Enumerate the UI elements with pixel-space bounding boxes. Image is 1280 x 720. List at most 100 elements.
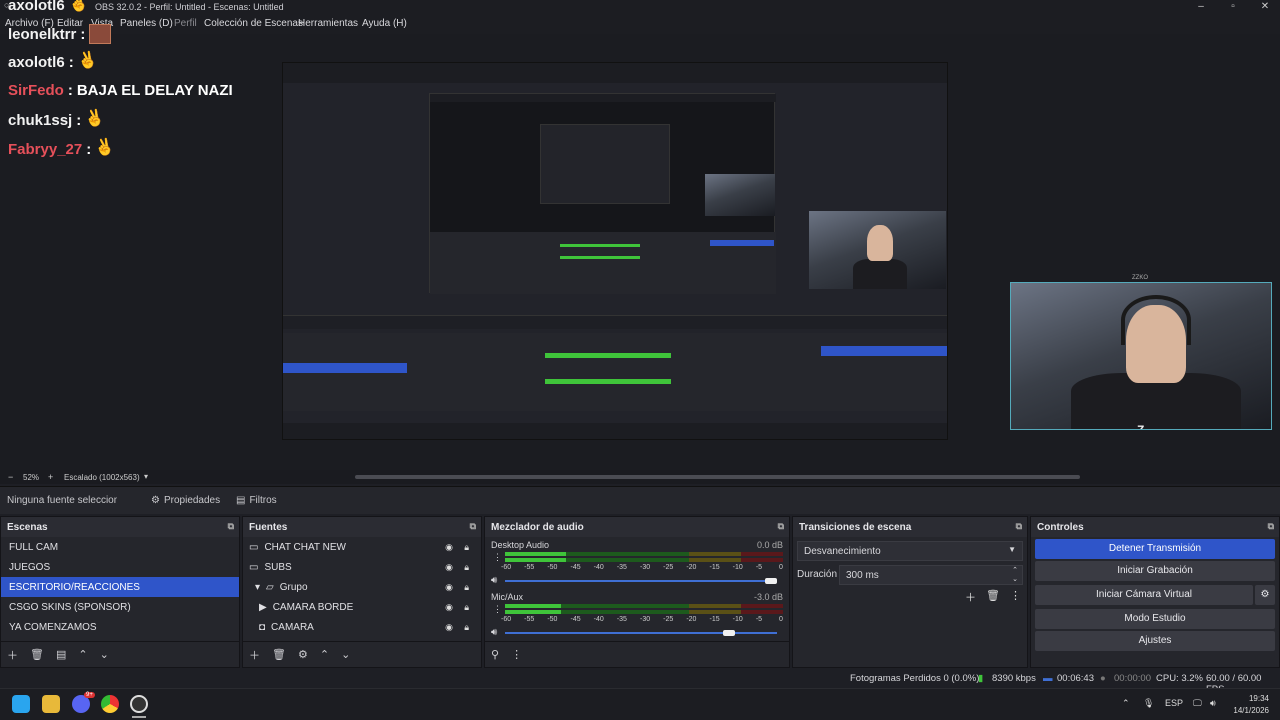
trash-icon[interactable]: 🗑: [272, 648, 286, 661]
language-indicator[interactable]: ESP: [1165, 698, 1183, 708]
undock-icon[interactable]: ⧉: [1268, 521, 1274, 532]
chat-separator: :: [86, 140, 92, 158]
obs-icon[interactable]: [130, 695, 148, 713]
start-virtual-camera-button[interactable]: Iniciar Cámara Virtual: [1035, 585, 1253, 605]
source-item[interactable]: ▭ CHAT CHAT NEW ◉ 🔒︎: [243, 537, 481, 557]
close-icon[interactable]: ✕: [1249, 0, 1280, 14]
meter-tick-label: -25: [663, 616, 674, 623]
lock-icon[interactable]: 🔒︎: [464, 542, 469, 553]
studio-mode-button[interactable]: Modo Estudio: [1035, 609, 1275, 629]
controls-dock: Controles ⧉ Detener Transmisión Iniciar …: [1030, 516, 1280, 668]
lock-icon[interactable]: 🔒︎: [464, 562, 469, 573]
menu-perfil[interactable]: Perfil: [174, 18, 197, 29]
move-down-icon[interactable]: ⌄: [100, 648, 109, 661]
menu-coleccion[interactable]: Colección de Escenas: [204, 18, 303, 29]
source-label: CHAT CHAT NEW: [264, 541, 346, 553]
network-icon[interactable]: 🖵︎: [1193, 698, 1202, 709]
menu-herramientas[interactable]: Herramientas: [298, 18, 358, 29]
menu-paneles[interactable]: Paneles (D): [120, 18, 173, 29]
chrome-icon[interactable]: [101, 695, 119, 713]
eye-icon[interactable]: ◉: [445, 602, 453, 613]
lock-icon[interactable]: 🔒︎: [464, 622, 469, 633]
scene-item[interactable]: FULL CAM: [1, 537, 239, 557]
move-up-icon[interactable]: ⌃: [320, 648, 329, 661]
meter-tick-label: -30: [640, 564, 651, 571]
add-scene-icon[interactable]: ＋: [7, 647, 18, 663]
scene-item[interactable]: JUEGOS: [1, 557, 239, 577]
lock-icon[interactable]: 🔒︎: [464, 582, 469, 593]
properties-button[interactable]: ⚙ Propiedades: [151, 493, 220, 507]
source-item[interactable]: ▶ CAMARA BORDE ◉ 🔒︎: [243, 597, 481, 617]
volume-slider[interactable]: [505, 578, 777, 584]
eye-icon[interactable]: ◉: [445, 542, 453, 553]
start-recording-button[interactable]: Iniciar Grabación: [1035, 561, 1275, 581]
scene-filters-icon[interactable]: ▤: [56, 648, 66, 661]
source-group[interactable]: ▾ ▱ Grupo ◉ 🔒︎: [243, 577, 481, 597]
meter-tick-label: -35: [616, 616, 627, 623]
add-transition-icon[interactable]: ＋: [965, 589, 976, 605]
zoom-in-button[interactable]: +: [48, 472, 53, 482]
channel-menu-icon[interactable]: ⋮: [493, 604, 502, 615]
undock-icon[interactable]: ⧉: [228, 521, 234, 532]
stop-stream-button[interactable]: Detener Transmisión: [1035, 539, 1275, 559]
undock-icon[interactable]: ⧉: [778, 521, 784, 532]
trash-icon[interactable]: 🗑: [986, 589, 1000, 605]
trash-icon[interactable]: 🗑: [30, 648, 44, 661]
eye-icon[interactable]: ◉: [445, 622, 453, 633]
minimize-icon[interactable]: –: [1185, 0, 1217, 14]
mixer-title: Mezclador de audio: [491, 522, 584, 533]
volume-icon[interactable]: 🔊︎: [1210, 698, 1216, 709]
meter-tick-label: -50: [547, 616, 558, 623]
eye-icon[interactable]: ◉: [445, 582, 453, 593]
move-up-icon[interactable]: ⌃: [78, 648, 87, 661]
scene-item[interactable]: YA COMENZAMOS: [1, 617, 239, 637]
undock-icon[interactable]: ⧉: [1016, 521, 1022, 532]
preview-scrollbar[interactable]: [355, 475, 1080, 479]
clock-date[interactable]: 14/1/2026: [1225, 706, 1269, 715]
slider-thumb[interactable]: [765, 578, 777, 584]
add-source-icon[interactable]: ＋: [249, 647, 260, 663]
microphone-icon[interactable]: 🎙︎: [1143, 698, 1154, 709]
settings-button[interactable]: Ajustes: [1035, 631, 1275, 651]
lock-icon[interactable]: 🔒︎: [464, 602, 469, 613]
undock-icon[interactable]: ⧉: [470, 521, 476, 532]
scene-item-selected[interactable]: ESCRITORIO/REACCIONES: [1, 577, 239, 597]
scene-item[interactable]: CSGO SKINS (SPONSOR): [1, 597, 239, 617]
transition-select[interactable]: Desvanecimiento ▼: [797, 541, 1023, 561]
mixer-header: Mezclador de audio ⧉: [485, 517, 789, 537]
gear-icon[interactable]: ⚙: [1255, 585, 1275, 605]
duration-input[interactable]: 300 ms ⌃ ⌄: [839, 565, 1023, 585]
speaker-icon[interactable]: 🔊︎: [491, 627, 497, 638]
camera-icon: ◘: [259, 621, 266, 633]
filters-button[interactable]: ▤ Filtros: [236, 493, 277, 507]
chevron-down-icon[interactable]: ▼: [1008, 545, 1016, 554]
source-item[interactable]: ◘ CAMARA ◉ 🔒︎: [243, 617, 481, 637]
file-explorer-icon[interactable]: [42, 695, 60, 713]
active-indicator: [132, 716, 146, 718]
spinner-arrows-icon[interactable]: ⌃ ⌄: [1012, 566, 1018, 584]
transition-menu-icon[interactable]: ⋮: [1010, 589, 1021, 605]
slider-thumb[interactable]: [723, 630, 736, 636]
maximize-icon[interactable]: ▫: [1217, 0, 1249, 14]
gear-icon[interactable]: ⚙: [298, 648, 308, 661]
eye-icon[interactable]: ◉: [445, 562, 453, 573]
zoom-out-button[interactable]: −: [8, 472, 13, 482]
move-down-icon[interactable]: ⌄: [341, 648, 350, 661]
mixer-menu-icon[interactable]: ⋮: [511, 648, 522, 661]
advanced-audio-icon[interactable]: ⚲: [491, 648, 499, 661]
clock-time[interactable]: 19:34: [1229, 694, 1269, 703]
menu-ayuda[interactable]: Ayuda (H): [362, 18, 407, 29]
source-item[interactable]: ▭ SUBS ◉ 🔒︎: [243, 557, 481, 577]
chat-separator: :: [76, 111, 82, 129]
speaker-icon[interactable]: 🔊︎: [491, 575, 497, 586]
sources-header: Fuentes ⧉: [243, 517, 481, 537]
chevron-down-icon[interactable]: ▾: [144, 472, 148, 481]
windows-start-icon[interactable]: [12, 695, 30, 713]
volume-slider[interactable]: [505, 630, 777, 636]
mixer-toolbar: ⚲ ⋮: [485, 641, 789, 667]
channel-menu-icon[interactable]: ⋮: [493, 552, 502, 563]
chevron-down-icon[interactable]: ▾: [255, 582, 260, 593]
channel-db: 0.0 dB: [756, 540, 783, 550]
chevron-up-icon[interactable]: ⌃: [1122, 698, 1130, 709]
scale-mode-select[interactable]: Escalado (1002x563): [64, 473, 140, 482]
